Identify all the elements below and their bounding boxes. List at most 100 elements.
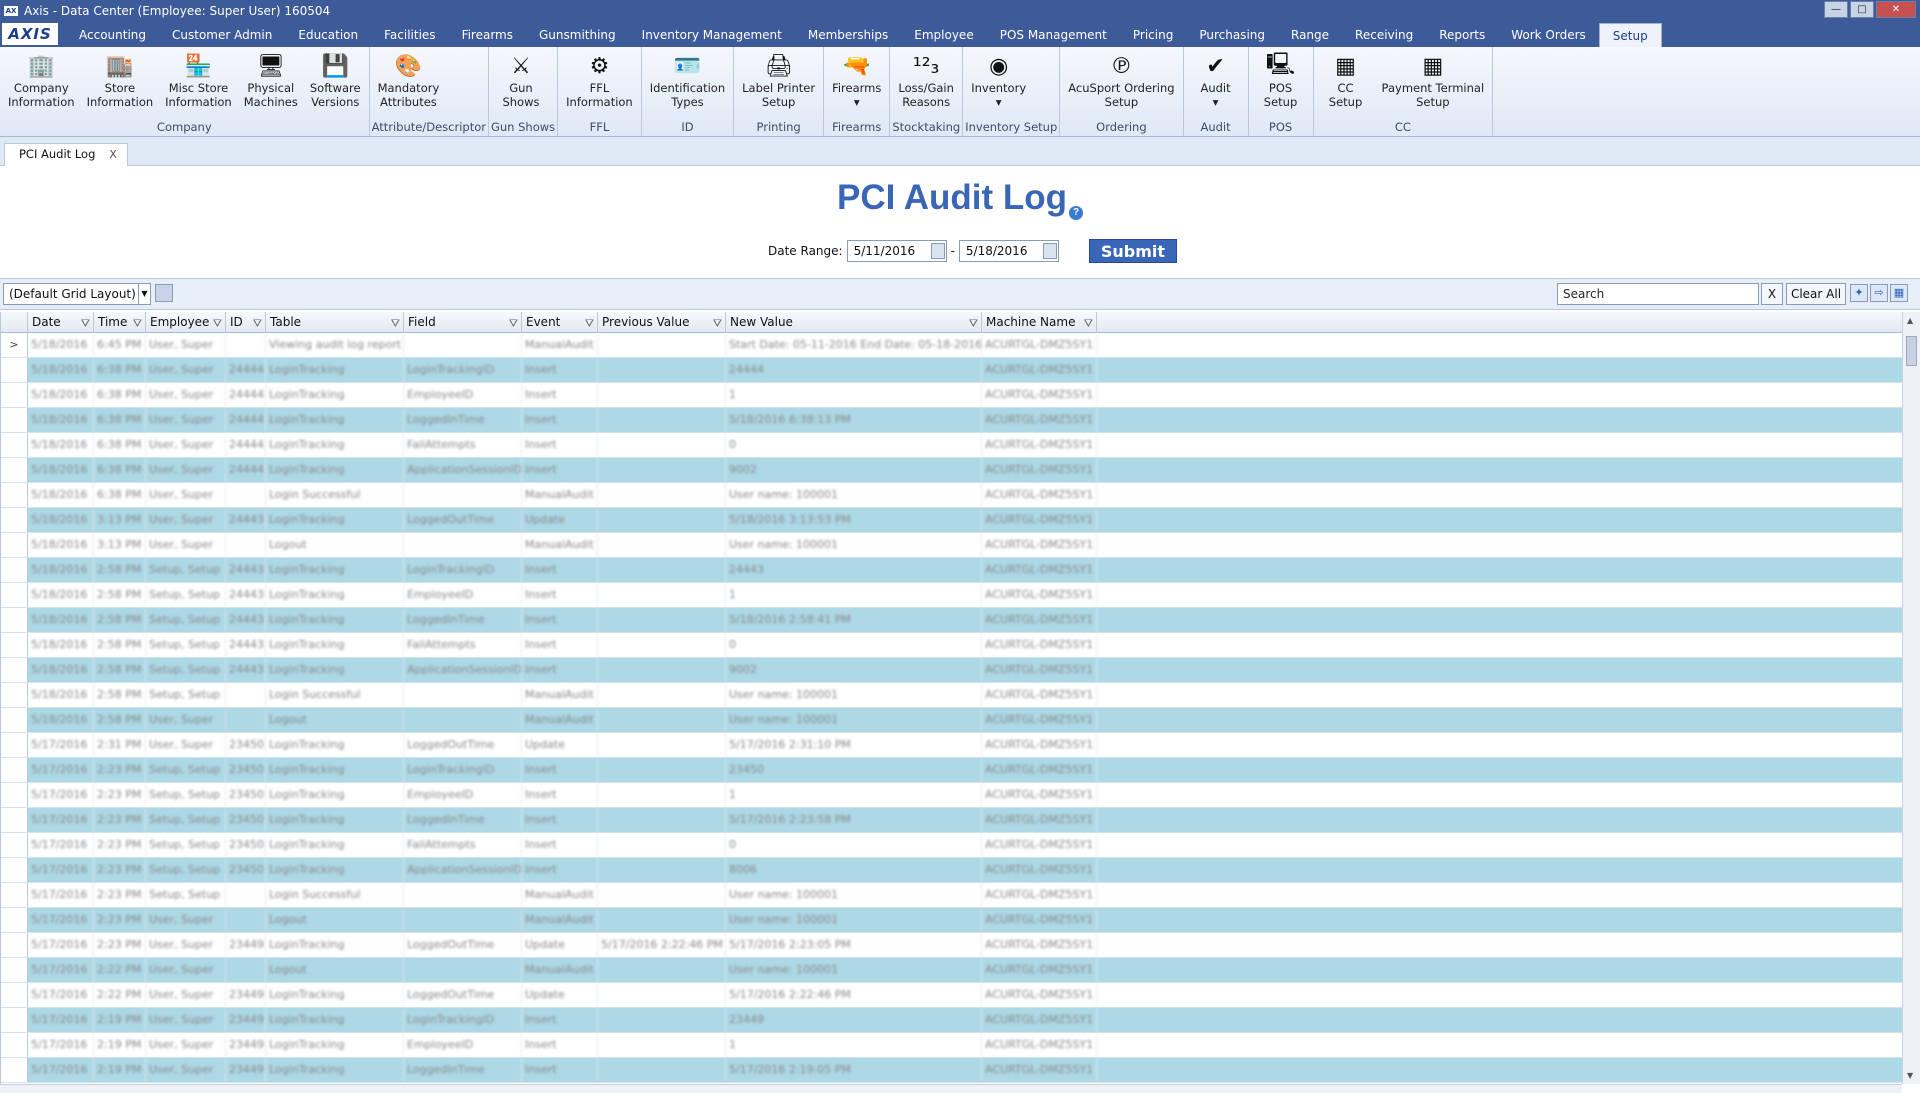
table-row[interactable]: 5/17/2016 2:19 PM User, Super 23449 LoginTra… <box>1 1033 1902 1058</box>
column-chooser-icon[interactable]: ▦ <box>1890 284 1908 302</box>
row-selector[interactable] <box>1 758 28 782</box>
audit-button[interactable]: ✔ Audit ▾ <box>1186 47 1246 120</box>
mandatory-attributes-button[interactable]: 🎨 Mandatory Attributes <box>372 47 446 120</box>
scroll-thumb[interactable] <box>1906 336 1917 366</box>
menu-pricing[interactable]: Pricing <box>1120 23 1186 47</box>
row-selector[interactable] <box>1 1033 28 1057</box>
store-information-button[interactable]: 🏬 Store Information <box>81 47 160 120</box>
table-row[interactable]: 5/17/2016 2:19 PM User, Super 23449 LoginTra… <box>1 1008 1902 1033</box>
column-header-date[interactable]: Date ⛛ <box>28 312 94 333</box>
menu-gunsmithing[interactable]: Gunsmithing <box>526 23 629 47</box>
row-selector[interactable] <box>1 358 28 382</box>
table-row[interactable]: 5/17/2016 2:23 PM Setup, Setup 23450 LoginTr… <box>1 858 1902 883</box>
row-selector[interactable] <box>1 933 28 957</box>
firearms-button[interactable]: 🔫 Firearms ▾ <box>826 47 887 120</box>
cc-setup-button[interactable]: ▦ CC Setup <box>1316 47 1376 120</box>
chevron-down-icon[interactable]: ▼ <box>138 284 150 304</box>
menu-customer-admin[interactable]: Customer Admin <box>159 23 285 47</box>
table-row[interactable]: 5/17/2016 2:23 PM Setup, Setup 23450 LoginTr… <box>1 833 1902 858</box>
pos-setup-button[interactable]: 🖳 POS Setup <box>1251 47 1311 120</box>
filter-icon[interactable]: ⛛ <box>213 314 222 333</box>
menu-receiving[interactable]: Receiving <box>1342 23 1426 47</box>
clear-search-button[interactable]: X <box>1761 283 1783 305</box>
table-row[interactable]: 5/17/2016 2:23 PM Setup, Setup 23450 LoginTr… <box>1 783 1902 808</box>
save-layout-icon[interactable] <box>155 284 173 302</box>
row-selector[interactable] <box>1 458 28 482</box>
filter-icon[interactable]: ⛛ <box>509 314 518 333</box>
menu-education[interactable]: Education <box>285 23 371 47</box>
row-selector[interactable] <box>1 908 28 932</box>
submit-button[interactable]: Submit <box>1088 239 1177 263</box>
horizontal-scrollbar[interactable] <box>0 1084 1902 1093</box>
filter-icon[interactable]: ⛛ <box>585 314 594 333</box>
table-row[interactable]: 5/18/2016 6:38 PM User, Super 24444 LoginTra… <box>1 433 1902 458</box>
table-row[interactable]: 5/17/2016 2:23 PM Setup, Setup 23450 LoginTr… <box>1 758 1902 783</box>
row-selector[interactable] <box>1 1008 28 1032</box>
ffl-information-button[interactable]: ⚙ FFL Information <box>560 47 639 120</box>
filter-icon[interactable]: ⛛ <box>713 314 722 333</box>
row-selector[interactable] <box>1 833 28 857</box>
acusport-ordering-setup-button[interactable]: ℗ AcuSport Ordering Setup <box>1062 47 1180 120</box>
column-header-event[interactable]: Event ⛛ <box>522 312 598 333</box>
row-selector[interactable] <box>1 983 28 1007</box>
row-selector[interactable] <box>1 583 28 607</box>
menu-accounting[interactable]: Accounting <box>66 23 159 47</box>
table-row[interactable]: 5/18/2016 6:38 PM User, Super 24444 LoginTra… <box>1 458 1902 483</box>
row-selector[interactable] <box>1 708 28 732</box>
row-selector[interactable] <box>1 483 28 507</box>
row-selector[interactable] <box>1 383 28 407</box>
filter-icon[interactable]: ⛛ <box>969 314 978 333</box>
software-versions-button[interactable]: 💾 Software Versions <box>304 47 367 120</box>
table-row[interactable]: 5/18/2016 2:58 PM Setup, Setup 24443 LoginTr… <box>1 608 1902 633</box>
company-information-button[interactable]: 🏢 Company Information <box>2 47 81 120</box>
table-row[interactable]: 5/18/2016 2:58 PM Setup, Setup 24443 LoginTr… <box>1 558 1902 583</box>
table-row[interactable]: >5/18/2016 6:45 PM User, Super Viewing audi… <box>1 333 1902 358</box>
misc-store-information-button[interactable]: 🏪 Misc Store Information <box>159 47 238 120</box>
inventory-button[interactable]: ◉ Inventory ▾ <box>965 47 1032 120</box>
menu-work-orders[interactable]: Work Orders <box>1498 23 1599 47</box>
filter-icon[interactable]: ⛛ <box>253 314 262 333</box>
help-icon[interactable]: ? <box>1069 206 1084 220</box>
table-row[interactable]: 5/18/2016 2:58 PM Setup, Setup 24443 LoginTr… <box>1 658 1902 683</box>
column-header-machine-name[interactable]: Machine Name ⛛ <box>982 312 1097 333</box>
table-row[interactable]: 5/17/2016 2:22 PM User, Super 23449 LoginTra… <box>1 983 1902 1008</box>
date-to-input[interactable]: 5/18/2016 <box>958 240 1059 262</box>
physical-machines-button[interactable]: 🖥 Physical Machines <box>238 47 304 120</box>
close-icon[interactable]: ✕ <box>1876 1 1916 18</box>
scroll-up-icon[interactable]: ▲ <box>1907 316 1913 325</box>
tab-close-icon[interactable]: X <box>109 144 117 166</box>
filter-icon[interactable]: ⛛ <box>81 314 90 333</box>
table-row[interactable]: 5/17/2016 2:23 PM User, Super 23449 LoginTra… <box>1 933 1902 958</box>
row-selector[interactable] <box>1 658 28 682</box>
column-header-new-value[interactable]: New Value ⛛ <box>726 312 982 333</box>
table-row[interactable]: 5/18/2016 3:13 PM User, Super 24443 LoginTra… <box>1 508 1902 533</box>
label-printer-setup-button[interactable]: 🖨 Label Printer Setup <box>736 47 821 120</box>
column-header-table[interactable]: Table ⛛ <box>266 312 404 333</box>
vertical-scrollbar[interactable]: ▲ ▼ <box>1902 312 1920 1084</box>
table-row[interactable]: 5/17/2016 2:23 PM User, Super Logout ManualA… <box>1 908 1902 933</box>
column-header-id[interactable]: ID ⛛ <box>226 312 266 333</box>
grid-layout-select[interactable]: (Default Grid Layout) ▼ <box>3 283 151 305</box>
filter-icon[interactable]: ⛛ <box>1084 314 1093 333</box>
row-selector[interactable] <box>1 683 28 707</box>
filter-icon[interactable]: ⛛ <box>133 314 142 333</box>
column-header-field[interactable]: Field ⛛ <box>404 312 522 333</box>
row-selector[interactable]: > <box>1 333 28 357</box>
table-row[interactable]: 5/18/2016 6:38 PM User, Super 24444 LoginTra… <box>1 358 1902 383</box>
row-selector[interactable] <box>1 633 28 657</box>
row-selector[interactable] <box>1 508 28 532</box>
column-header-time[interactable]: Time ⛛ <box>94 312 146 333</box>
menu-firearms[interactable]: Firearms <box>449 23 526 47</box>
maximize-icon[interactable]: □ <box>1850 1 1874 18</box>
export-icon[interactable]: ⇨ <box>1870 284 1888 302</box>
payment-terminal-setup-button[interactable]: ▦ Payment Terminal Setup <box>1376 47 1491 120</box>
row-selector[interactable] <box>1 558 28 582</box>
menu-range[interactable]: Range <box>1278 23 1342 47</box>
filter-icon[interactable]: ⛛ <box>391 314 400 333</box>
table-row[interactable]: 5/18/2016 6:38 PM User, Super Login Success… <box>1 483 1902 508</box>
table-row[interactable]: 5/18/2016 2:58 PM Setup, Setup 24443 LoginTr… <box>1 633 1902 658</box>
table-row[interactable]: 5/17/2016 2:23 PM Setup, Setup 23450 LoginTr… <box>1 808 1902 833</box>
gun-shows-button[interactable]: ⚔ Gun Shows <box>491 47 551 120</box>
row-selector[interactable] <box>1 883 28 907</box>
clear-all-button[interactable]: Clear All <box>1786 283 1846 305</box>
